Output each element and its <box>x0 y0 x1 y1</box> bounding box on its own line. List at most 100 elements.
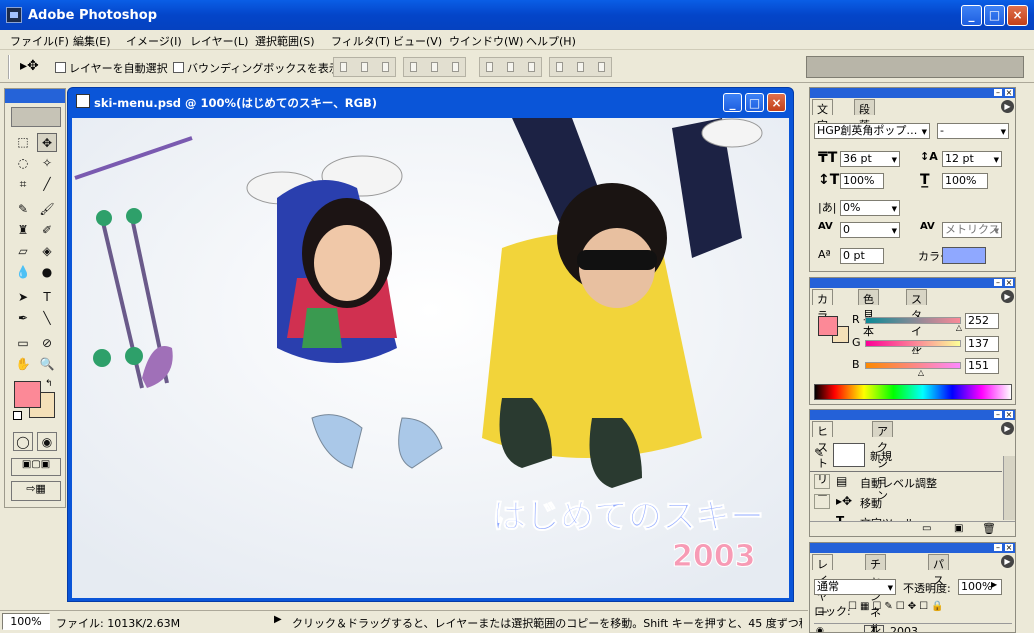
menu-window[interactable]: ウインドウ(W) <box>449 33 523 49</box>
pen-tool-icon[interactable]: ✒ <box>13 309 33 328</box>
brush-tool-icon[interactable]: 🖌 <box>37 200 57 219</box>
document-icon[interactable] <box>76 94 90 108</box>
eyedropper-tool-icon[interactable]: ⊘ <box>37 334 57 353</box>
doc-minimize-button[interactable]: _ <box>723 93 742 112</box>
photoshop-app-icon[interactable] <box>6 7 22 23</box>
tab-paths[interactable]: パス <box>928 554 949 587</box>
menu-image[interactable]: イメージ(I) <box>126 33 182 49</box>
green-value-field[interactable]: 137 <box>965 336 999 352</box>
options-grip[interactable] <box>8 55 10 79</box>
history-item-label[interactable]: 移動 <box>860 495 882 511</box>
color-fg-swatch[interactable] <box>818 316 838 336</box>
red-slider-thumb[interactable]: △ <box>956 323 962 332</box>
jump-to-imageready-icon[interactable]: ⇨▦ <box>11 481 61 501</box>
blue-slider[interactable] <box>865 362 961 369</box>
screen-mode-buttons[interactable]: ▣▢▣ <box>11 458 61 476</box>
history-brush-tool-icon[interactable]: ✐ <box>37 221 57 240</box>
toolbox-title-bar[interactable] <box>5 89 65 103</box>
dodge-tool-icon[interactable]: ● <box>37 263 57 282</box>
magic-wand-tool-icon[interactable]: ✧ <box>37 154 57 173</box>
lasso-tool-icon[interactable]: ◌ <box>13 154 33 173</box>
auto-select-checkbox[interactable] <box>55 62 66 73</box>
quick-mask-icon[interactable]: ◉ <box>37 432 57 451</box>
hand-tool-icon[interactable]: ✋ <box>13 355 33 374</box>
stamp-tool-icon[interactable]: ♜ <box>13 221 33 240</box>
standard-mode-icon[interactable]: ◯ <box>13 432 33 451</box>
layers-menu-arrow-icon[interactable]: ▶ <box>1001 555 1014 568</box>
layers-palette-titlebar[interactable]: – × <box>810 543 1015 553</box>
history-brush-slot[interactable] <box>814 474 830 489</box>
history-brush-slot[interactable] <box>814 494 830 509</box>
palette-minimize-button[interactable]: – <box>993 543 1003 552</box>
maximize-button[interactable]: □ <box>984 5 1005 26</box>
palette-well[interactable] <box>806 56 1024 78</box>
tab-character[interactable]: 文字 <box>812 99 833 132</box>
new-snapshot-icon[interactable]: ▣ <box>954 523 963 534</box>
tab-color[interactable]: カラー <box>812 289 833 338</box>
history-scrollbar[interactable] <box>1003 456 1015 520</box>
status-menu-arrow-icon[interactable]: ▶ <box>274 614 282 625</box>
character-menu-arrow-icon[interactable]: ▶ <box>1001 100 1014 113</box>
opacity-slider-arrow-icon[interactable]: ▶ <box>991 580 997 589</box>
slice-tool-icon[interactable]: ╱ <box>37 175 57 194</box>
font-style-select[interactable]: - <box>937 123 1009 139</box>
trash-icon[interactable]: 🗑 <box>982 522 996 535</box>
menu-select[interactable]: 選択範囲(S) <box>255 33 315 49</box>
distribute-left-group[interactable] <box>549 57 612 77</box>
font-family-select[interactable]: HGP創英角ポップ… <box>814 123 930 139</box>
palette-close-button[interactable]: × <box>1004 543 1014 552</box>
bounding-box-checkbox[interactable] <box>173 62 184 73</box>
green-slider-thumb[interactable]: △ <box>913 346 919 355</box>
marquee-tool-icon[interactable]: ⬚ <box>13 133 33 152</box>
menu-edit[interactable]: 編集(E) <box>73 33 111 49</box>
history-item-label[interactable]: 自動レベル調整 <box>860 475 937 491</box>
kerning-field[interactable]: 0 <box>840 222 900 238</box>
blue-slider-thumb[interactable]: △ <box>918 368 924 377</box>
minimize-button[interactable]: _ <box>961 5 982 26</box>
palette-minimize-button[interactable]: – <box>993 278 1003 287</box>
history-palette-titlebar[interactable]: – × <box>810 410 1015 420</box>
snapshot-thumbnail[interactable] <box>833 443 865 467</box>
kerning-metrics-select[interactable]: メトリクス <box>942 222 1002 238</box>
default-colors-icon[interactable] <box>13 411 22 420</box>
foreground-color-swatch[interactable] <box>14 381 41 408</box>
palette-close-button[interactable]: × <box>1004 278 1014 287</box>
red-slider[interactable] <box>865 317 961 324</box>
color-spectrum-ramp[interactable] <box>814 384 1012 400</box>
healing-brush-tool-icon[interactable]: ✎ <box>13 200 33 219</box>
zoom-field[interactable]: 100% <box>2 613 50 630</box>
blur-tool-icon[interactable]: 💧 <box>13 263 33 282</box>
tab-swatches[interactable]: 色見本 <box>858 289 879 338</box>
blend-mode-select[interactable]: 通常 <box>814 579 896 595</box>
tab-styles[interactable]: スタイル <box>906 289 927 354</box>
eraser-tool-icon[interactable]: ▱ <box>13 242 33 261</box>
menu-help[interactable]: ヘルプ(H) <box>526 33 576 49</box>
blue-value-field[interactable]: 151 <box>965 358 999 374</box>
doc-close-button[interactable]: × <box>767 93 786 112</box>
menu-filter[interactable]: フィルタ(T) <box>331 33 390 49</box>
tab-layers[interactable]: レイヤー <box>812 554 833 619</box>
distribute-top-group[interactable] <box>479 57 542 77</box>
align-vertical-group[interactable] <box>403 57 466 77</box>
layer-name[interactable]: 2003 <box>890 625 918 632</box>
character-palette-titlebar[interactable]: – × <box>810 88 1015 98</box>
color-menu-arrow-icon[interactable]: ▶ <box>1001 290 1014 303</box>
line-tool-icon[interactable]: ╲ <box>37 309 57 328</box>
adobe-online-button[interactable] <box>11 107 61 127</box>
font-size-field[interactable]: 36 pt <box>840 151 900 167</box>
palette-close-button[interactable]: × <box>1004 88 1014 97</box>
layer-visibility-eye-icon[interactable]: ◉ <box>816 626 824 632</box>
snapshot-label[interactable]: 新規 <box>870 448 892 464</box>
tab-paragraph[interactable]: 段落 <box>854 99 875 132</box>
bucket-tool-icon[interactable]: ◈ <box>37 242 57 261</box>
color-palette-titlebar[interactable]: – × <box>810 278 1015 288</box>
doc-maximize-button[interactable]: □ <box>745 93 764 112</box>
red-value-field[interactable]: 252 <box>965 313 999 329</box>
swap-colors-icon[interactable]: ↰ <box>45 379 53 389</box>
text-color-swatch[interactable] <box>942 247 986 264</box>
tab-actions[interactable]: アクション <box>872 421 893 502</box>
document-canvas[interactable]: はじめてのスキー 2003 <box>72 118 789 598</box>
close-button[interactable]: × <box>1007 5 1028 26</box>
history-menu-arrow-icon[interactable]: ▶ <box>1001 422 1014 435</box>
menu-layer[interactable]: レイヤー(L) <box>190 33 248 49</box>
